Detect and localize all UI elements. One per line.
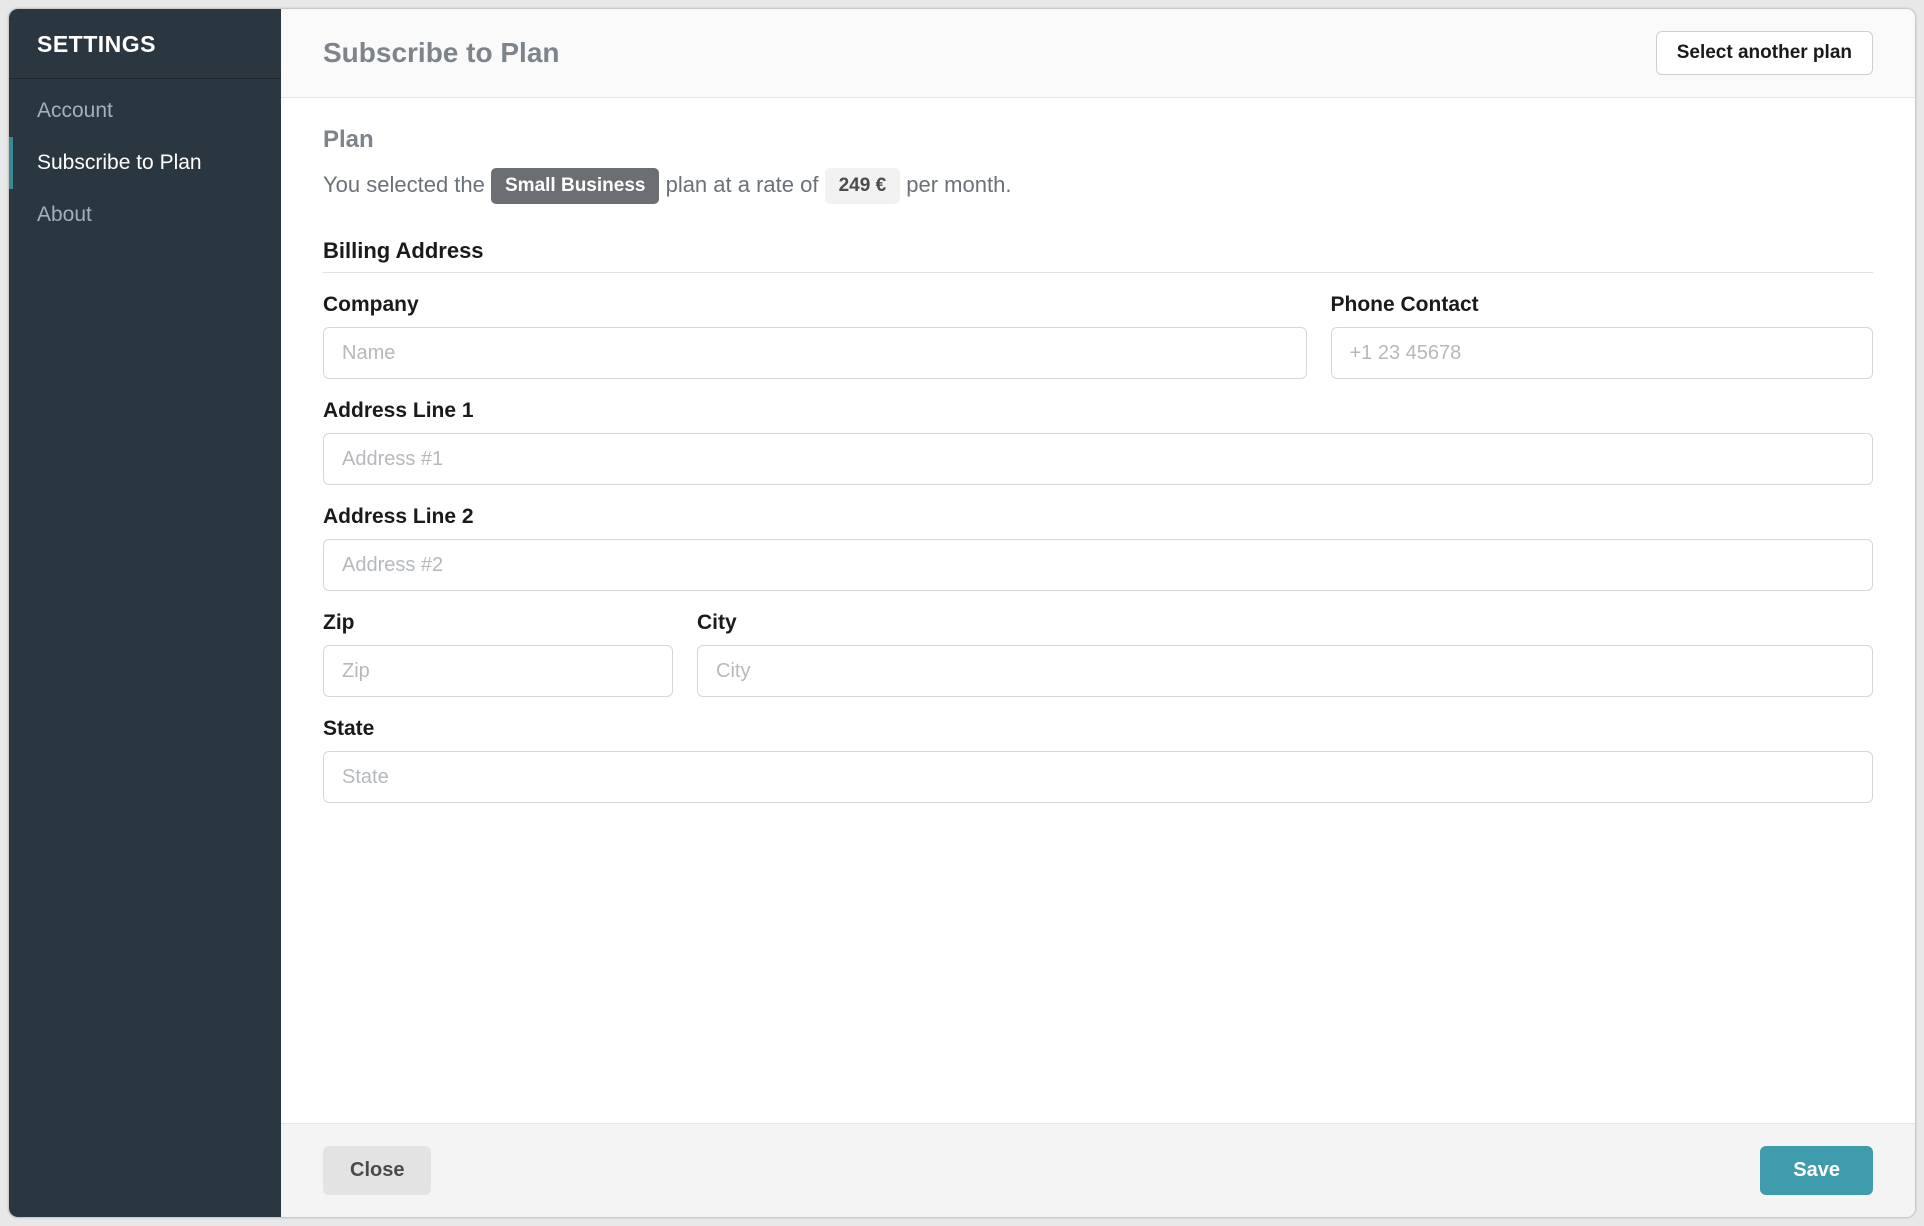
plan-summary-text: You selected the xyxy=(323,172,485,197)
sidebar-nav: Account Subscribe to Plan About xyxy=(9,79,281,241)
plan-summary-text: plan at a rate of xyxy=(666,172,819,197)
company-label: Company xyxy=(323,293,1307,317)
form-row: Address Line 2 xyxy=(323,505,1873,591)
plan-summary-text: per month. xyxy=(906,172,1011,197)
field-address2: Address Line 2 xyxy=(323,505,1873,591)
zip-input[interactable] xyxy=(323,645,673,697)
phone-label: Phone Contact xyxy=(1331,293,1874,317)
page-title: Subscribe to Plan xyxy=(323,37,560,69)
main-panel: Subscribe to Plan Select another plan Pl… xyxy=(281,9,1915,1217)
form-row: State xyxy=(323,717,1873,803)
save-button[interactable]: Save xyxy=(1760,1146,1873,1195)
main-footer: Close Save xyxy=(281,1123,1915,1217)
address1-label: Address Line 1 xyxy=(323,399,1873,423)
field-address1: Address Line 1 xyxy=(323,399,1873,485)
sidebar-title: SETTINGS xyxy=(9,9,281,79)
city-input[interactable] xyxy=(697,645,1873,697)
sidebar-item-label: Account xyxy=(37,99,113,122)
phone-input[interactable] xyxy=(1331,327,1874,379)
form-row: Company Phone Contact xyxy=(323,293,1873,379)
sidebar-item-account[interactable]: Account xyxy=(9,85,281,137)
sidebar-item-label: About xyxy=(37,203,92,226)
address1-input[interactable] xyxy=(323,433,1873,485)
main-scroll-area[interactable]: Plan You selected the Small Business pla… xyxy=(281,98,1915,1123)
field-state: State xyxy=(323,717,1873,803)
state-label: State xyxy=(323,717,1873,741)
field-city: City xyxy=(697,611,1873,697)
plan-summary: You selected the Small Business plan at … xyxy=(323,168,1873,204)
select-another-plan-button[interactable]: Select another plan xyxy=(1656,31,1873,75)
zip-label: Zip xyxy=(323,611,673,635)
main-header: Subscribe to Plan Select another plan xyxy=(281,9,1915,98)
field-company: Company xyxy=(323,293,1307,379)
sidebar-item-subscribe[interactable]: Subscribe to Plan xyxy=(9,137,281,189)
sidebar: SETTINGS Account Subscribe to Plan About xyxy=(9,9,281,1217)
state-input[interactable] xyxy=(323,751,1873,803)
plan-name-tag: Small Business xyxy=(491,168,659,204)
close-button[interactable]: Close xyxy=(323,1146,431,1195)
plan-section-title: Plan xyxy=(323,126,1873,154)
sidebar-item-about[interactable]: About xyxy=(9,189,281,241)
settings-modal: SETTINGS Account Subscribe to Plan About… xyxy=(8,8,1916,1218)
sidebar-item-label: Subscribe to Plan xyxy=(37,151,202,174)
company-input[interactable] xyxy=(323,327,1307,379)
address2-input[interactable] xyxy=(323,539,1873,591)
city-label: City xyxy=(697,611,1873,635)
field-phone: Phone Contact xyxy=(1331,293,1874,379)
form-row: Address Line 1 xyxy=(323,399,1873,485)
field-zip: Zip xyxy=(323,611,673,697)
billing-section-title: Billing Address xyxy=(323,238,1873,273)
form-row: Zip City xyxy=(323,611,1873,697)
address2-label: Address Line 2 xyxy=(323,505,1873,529)
plan-rate-tag: 249 € xyxy=(825,168,901,204)
